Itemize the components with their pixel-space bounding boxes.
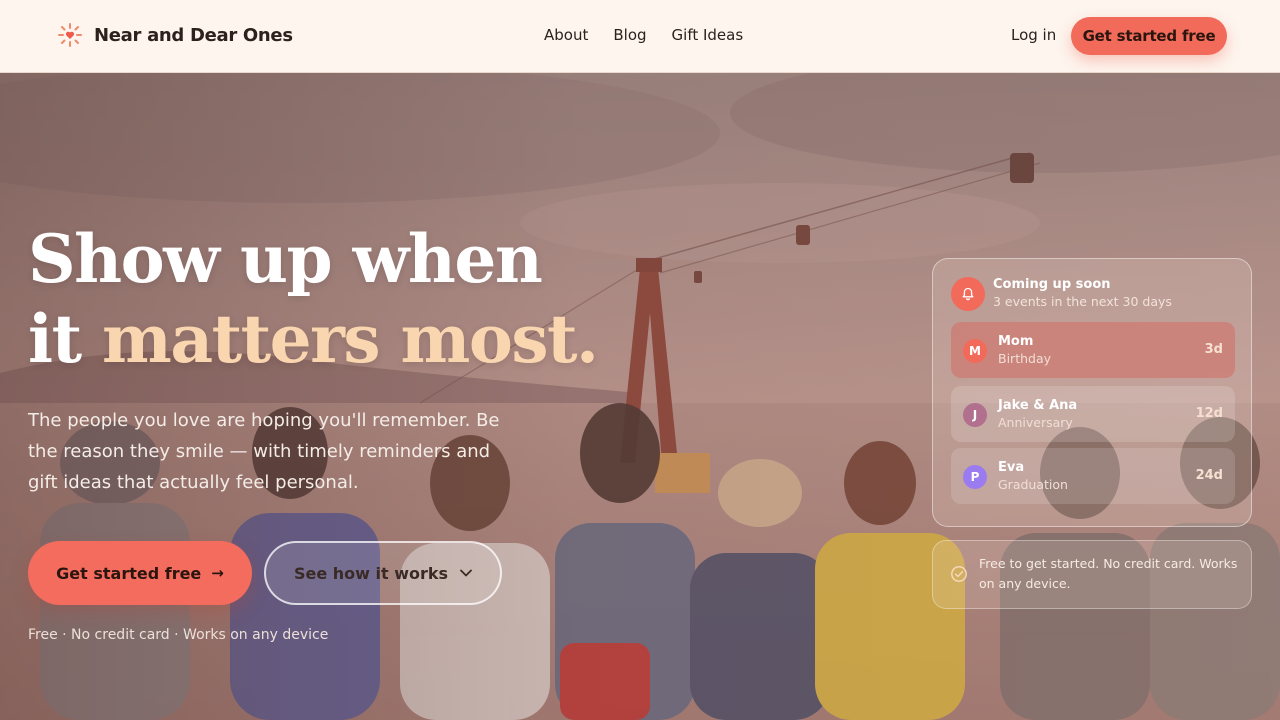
event-type: Birthday — [998, 351, 1052, 366]
hero-get-started-button[interactable]: Get started free → — [28, 541, 252, 605]
headline-line-1: Show up when — [28, 220, 543, 298]
free-info-banner: Free to get started. No credit card. Wor… — [932, 540, 1252, 609]
upcoming-subtitle: 3 events in the next 30 days — [993, 294, 1172, 309]
event-name: Eva — [998, 460, 1025, 475]
nav-gift-ideas[interactable]: Gift Ideas — [672, 26, 744, 44]
upcoming-events-card: Coming up soon 3 events in the next 30 d… — [932, 258, 1252, 527]
brand-logo-link[interactable]: Near and Dear Ones — [57, 22, 293, 48]
upcoming-title: Coming up soon — [993, 277, 1111, 292]
chevron-down-icon — [460, 569, 472, 577]
avatar: J — [963, 403, 987, 427]
hero-subtext: The people you love are hoping you'll re… — [28, 410, 500, 493]
event-item-eva[interactable]: P Eva Graduation 24d — [951, 448, 1235, 504]
event-name: Jake & Ana — [998, 398, 1078, 413]
see-how-it-works-label: See how it works — [293, 563, 449, 583]
hero-headline: Show up when it matters most. — [28, 219, 648, 379]
headline-line-2-plain: it — [28, 300, 82, 378]
event-item-jake-ana[interactable]: J Jake & Ana Anniversary 12d — [951, 386, 1235, 442]
see-how-it-works-button[interactable]: See how it works — [264, 541, 502, 605]
sparkle-heart-icon — [58, 23, 82, 47]
free-info-text: Free to get started. No credit card. Wor… — [979, 556, 1238, 591]
hero-get-started-label: Get started free — [56, 563, 202, 583]
bell-icon — [951, 277, 985, 311]
arrow-right-icon: → — [211, 564, 224, 582]
event-days-left: 3d — [1204, 342, 1223, 357]
headline-accent: matters most. — [102, 300, 599, 378]
main-nav: About Blog Gift Ideas — [544, 26, 768, 44]
event-item-mom[interactable]: M Mom Birthday 3d — [951, 322, 1235, 378]
site-header: Near and Dear Ones About Blog Gift Ideas… — [0, 0, 1280, 73]
nav-about[interactable]: About — [544, 26, 588, 44]
check-circle-icon — [951, 566, 967, 582]
avatar: M — [963, 339, 987, 363]
header-get-started-button[interactable]: Get started free — [1071, 17, 1227, 55]
event-days-left: 24d — [1195, 468, 1223, 483]
avatar: P — [963, 465, 987, 489]
event-type: Anniversary — [998, 415, 1073, 430]
event-name: Mom — [998, 334, 1034, 349]
login-link[interactable]: Log in — [1011, 26, 1056, 44]
brand-name: Near and Dear Ones — [94, 24, 293, 46]
event-days-left: 12d — [1195, 406, 1223, 421]
nav-blog[interactable]: Blog — [613, 26, 646, 44]
hero-fine-print: Free · No credit card · Works on any dev… — [28, 627, 329, 643]
event-type: Graduation — [998, 477, 1068, 492]
